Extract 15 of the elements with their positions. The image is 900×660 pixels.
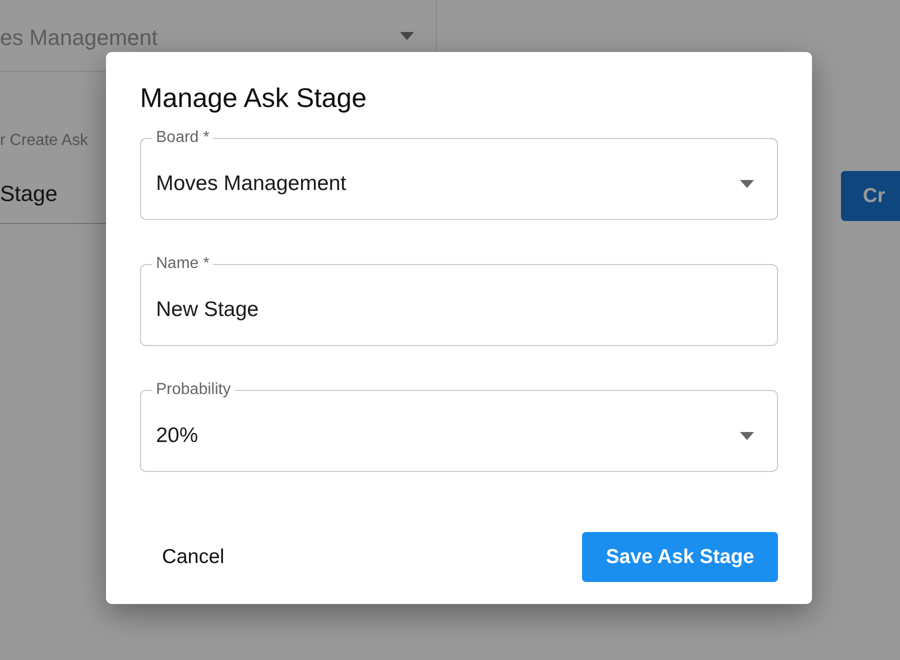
dropdown-caret-icon (740, 432, 754, 440)
field-value: Moves Management (156, 172, 346, 196)
cancel-button[interactable]: Cancel (140, 532, 246, 582)
field-value: Stage (0, 180, 58, 206)
dropdown-caret-icon (740, 180, 754, 188)
text-field[interactable]: Name * New Stage (140, 254, 778, 346)
dropdown-caret-icon (400, 32, 414, 40)
dialog-title: Manage Ask Stage (140, 82, 368, 114)
field-value: 20% (156, 424, 198, 448)
field-label: r Create Ask (0, 132, 88, 150)
select-field[interactable]: Probability 20% (140, 380, 778, 472)
select-field[interactable]: Board * Moves Management (140, 128, 778, 220)
field-value: New Stage (156, 298, 259, 322)
select-value: es Management (0, 24, 158, 50)
field-label: Probability (152, 380, 235, 400)
